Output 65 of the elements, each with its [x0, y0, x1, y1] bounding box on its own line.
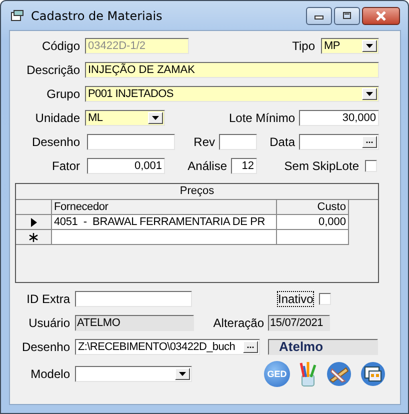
field-label: Alteração: [212, 316, 264, 330]
field-label: Desenho: [20, 340, 70, 354]
maximize-icon: [342, 12, 352, 20]
caret-icon: [152, 116, 159, 120]
browse-button[interactable]: ...: [362, 136, 377, 148]
table-cell: 0,000: [277, 215, 349, 230]
field-label: Lote Mínimo: [228, 111, 295, 125]
checkbox[interactable]: [319, 293, 332, 305]
description-field[interactable]: INJEÇÃO DE ZAMAK: [85, 62, 379, 78]
model-dropdown[interactable]: [75, 366, 192, 382]
brushes-icon[interactable]: [298, 361, 318, 387]
field-label: ID Extra: [26, 292, 70, 306]
dropdown-button[interactable]: [362, 88, 377, 100]
row-selector[interactable]: [16, 230, 52, 245]
extra-id-field[interactable]: [75, 291, 192, 307]
table-cell: [277, 230, 349, 245]
revision-field[interactable]: [219, 134, 257, 150]
field-label: Desenho: [30, 135, 80, 149]
field-label: Inativo: [277, 291, 314, 307]
maximize-button[interactable]: [334, 6, 360, 24]
close-button[interactable]: [362, 6, 400, 24]
table-cell: 4051 - BRAWAL FERRAMENTARIA DE PR: [52, 215, 277, 230]
close-icon: [375, 10, 387, 20]
window-title: Cadastro de Materiais: [31, 8, 162, 22]
min-lot-field[interactable]: 30,000: [299, 110, 379, 126]
unit-dropdown[interactable]: ML: [85, 110, 165, 126]
column-header[interactable]: Custo: [277, 200, 349, 215]
row-selector[interactable]: [16, 215, 52, 230]
field-label: Análise: [186, 159, 227, 173]
type-dropdown[interactable]: MP: [321, 38, 379, 54]
current-row-icon: [30, 218, 36, 226]
caret-icon: [179, 372, 186, 376]
field-label: Sem SkipLote: [283, 159, 359, 173]
minimize-button[interactable]: [306, 6, 332, 24]
dropdown-button[interactable]: [362, 40, 377, 52]
ruler-icon[interactable]: [326, 361, 352, 387]
caret-icon: [366, 92, 373, 96]
date-field[interactable]: ...: [299, 134, 379, 150]
field-label: Código: [40, 39, 80, 53]
field-label: Tipo: [291, 39, 315, 53]
column-header[interactable]: Fornecedor: [52, 200, 277, 215]
date-changed-field: 15/07/2021: [268, 315, 330, 331]
field-label: Usuário: [28, 316, 70, 330]
dropdown-button[interactable]: [175, 368, 190, 380]
field-label: Unidade: [34, 111, 80, 125]
group-dropdown[interactable]: P001 INJETADOS: [85, 86, 379, 102]
field-label: Data: [268, 135, 295, 149]
caret-icon: [366, 44, 373, 48]
window-icon[interactable]: [360, 361, 386, 387]
field-label: Modelo: [30, 367, 70, 381]
field-label: Descrição: [26, 63, 80, 77]
field-label: Fator: [50, 159, 80, 173]
drawing-path-field[interactable]: Z:\RECEBIMENTO\03422D_buch ...: [75, 339, 260, 355]
analysis-field[interactable]: 12: [231, 158, 257, 174]
field-label: Grupo: [46, 87, 80, 101]
drawing-field[interactable]: [87, 134, 175, 150]
factor-field[interactable]: 0,001: [87, 158, 165, 174]
browse-button[interactable]: ...: [243, 341, 258, 353]
window-icon: [11, 10, 25, 22]
new-row-icon: [29, 232, 38, 242]
checkbox[interactable]: [365, 160, 377, 172]
user-panel: Atelmo: [268, 339, 378, 355]
user-field: ATELMO: [75, 315, 194, 331]
field-label: Rev: [192, 135, 215, 149]
dropdown-button[interactable]: [148, 112, 163, 124]
